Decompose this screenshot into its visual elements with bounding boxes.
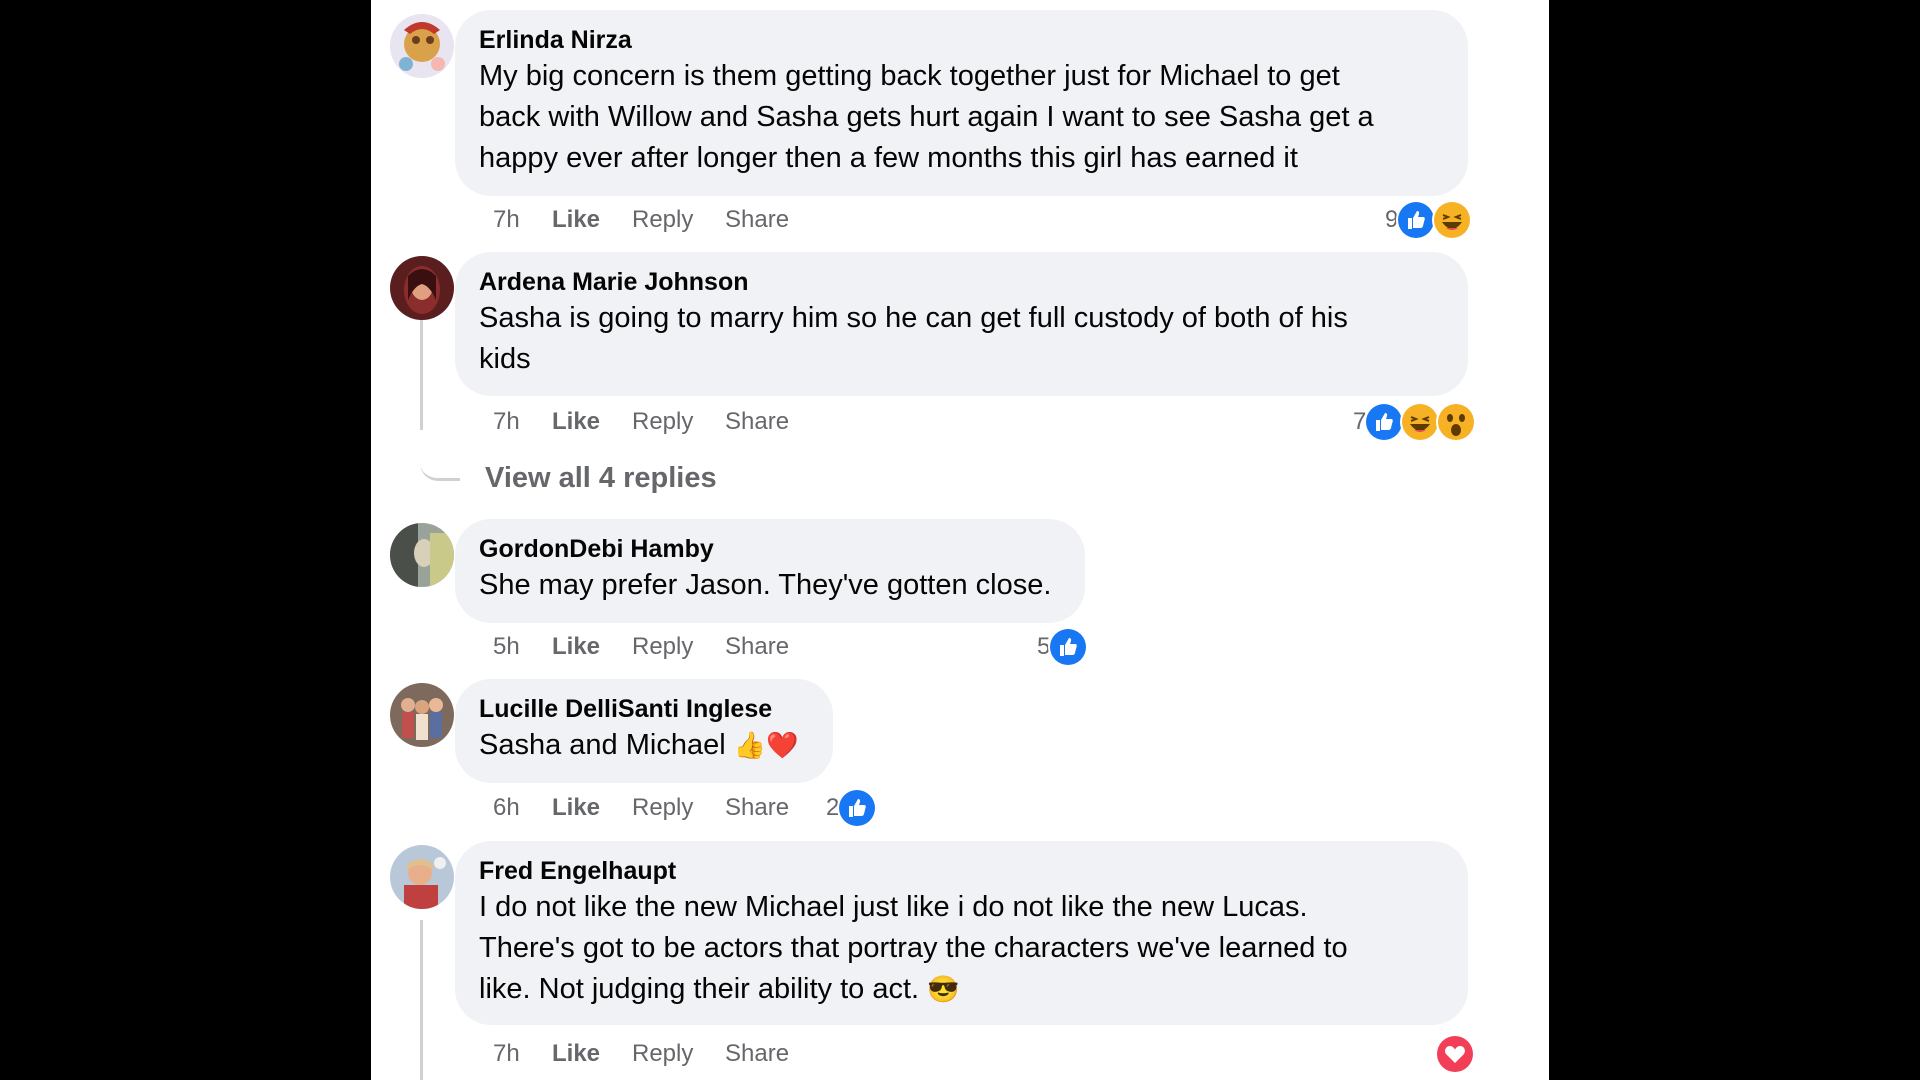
comment-text: Sasha and Michael 👍❤️ [479, 725, 809, 766]
comment-text: Sasha is going to marry him so he can ge… [479, 298, 1444, 380]
wow-icon [1436, 402, 1477, 442]
comment-time[interactable]: 7h [493, 406, 520, 438]
comment-text: I do not like the new Michael just like … [479, 887, 1444, 1010]
avatar[interactable] [390, 523, 454, 587]
reply-button[interactable]: Reply [632, 204, 693, 236]
like-icon [1364, 402, 1405, 442]
comment-time[interactable]: 5h [493, 631, 520, 663]
comment-time[interactable]: 7h [493, 1038, 520, 1070]
comment-bubble: Ardena Marie Johnson Sasha is going to m… [455, 252, 1468, 396]
comments-panel: Erlinda Nirza My big concern is them get… [371, 0, 1549, 1080]
comment-actions: 7h Like Reply Share [493, 204, 893, 236]
share-button[interactable]: Share [725, 1038, 789, 1070]
avatar[interactable] [390, 14, 454, 78]
comment-actions: 7h Like Reply Share [493, 1038, 893, 1070]
love-icon [1435, 1034, 1475, 1074]
comment-line: My big concern is them getting back toge… [479, 60, 1340, 92]
comment-line: Sasha is going to marry him so he can ge… [479, 302, 1348, 334]
comment-bubble: Fred Engelhaupt I do not like the new Mi… [455, 841, 1468, 1025]
comment-author[interactable]: GordonDebi Hamby [479, 533, 1061, 565]
comment-line: She may prefer Jason. They've gotten clo… [479, 569, 1052, 601]
comment-author[interactable]: Lucille DelliSanti Inglese [479, 693, 809, 725]
like-button[interactable]: Like [552, 1038, 600, 1070]
comment-bubble: Erlinda Nirza My big concern is them get… [455, 10, 1468, 196]
reaction-summary[interactable]: 5 [1037, 627, 1089, 667]
view-replies-link[interactable]: View all 4 replies [485, 460, 717, 496]
like-icon [1396, 200, 1437, 240]
thread-line [420, 920, 423, 1080]
comment-author[interactable]: Fred Engelhaupt [479, 855, 1444, 887]
like-button[interactable]: Like [552, 631, 600, 663]
comment-time[interactable]: 6h [493, 792, 520, 824]
reply-button[interactable]: Reply [632, 792, 693, 824]
share-button[interactable]: Share [725, 204, 789, 236]
like-button[interactable]: Like [552, 204, 600, 236]
comment-text: She may prefer Jason. They've gotten clo… [479, 565, 1061, 606]
share-button[interactable]: Share [725, 792, 789, 824]
comment-bubble: GordonDebi Hamby She may prefer Jason. T… [455, 519, 1085, 623]
comment-line: There's got to be actors that portray th… [479, 932, 1348, 964]
comment-actions: 7h Like Reply Share [493, 406, 893, 438]
comment-line: I do not like the new Michael just like … [479, 891, 1308, 923]
reaction-summary[interactable] [1435, 1034, 1475, 1074]
reaction-summary[interactable]: 2 [826, 788, 878, 828]
reaction-summary[interactable]: 9 [1385, 200, 1473, 240]
comment-line: kids [479, 343, 531, 375]
thread-connector [420, 430, 460, 481]
comment-bubble: Lucille DelliSanti Inglese Sasha and Mic… [455, 679, 833, 783]
inline-emoji: 👍❤️ [733, 730, 799, 760]
comment-line: Sasha and Michael [479, 729, 726, 761]
inline-emoji: 😎 [927, 974, 960, 1004]
comment-author[interactable]: Erlinda Nirza [479, 24, 1444, 56]
reply-button[interactable]: Reply [632, 406, 693, 438]
like-button[interactable]: Like [552, 792, 600, 824]
like-icon [837, 788, 878, 828]
avatar[interactable] [390, 845, 454, 909]
comment-actions: 5h Like Reply Share [493, 631, 893, 663]
haha-icon [1400, 402, 1441, 442]
avatar[interactable] [390, 256, 454, 320]
share-button[interactable]: Share [725, 406, 789, 438]
comment-line: happy ever after longer then a few month… [479, 142, 1298, 174]
comment-time[interactable]: 7h [493, 204, 520, 236]
comment-text: My big concern is them getting back toge… [479, 56, 1444, 179]
reply-button[interactable]: Reply [632, 631, 693, 663]
like-icon [1048, 627, 1089, 667]
reply-button[interactable]: Reply [632, 1038, 693, 1070]
share-button[interactable]: Share [725, 631, 789, 663]
comment-line-with-emoji: like. Not judging their ability to act. … [479, 969, 1444, 1010]
comment-line: like. Not judging their ability to act. [479, 973, 920, 1005]
comment-line: back with Willow and Sasha gets hurt aga… [479, 101, 1374, 133]
avatar[interactable] [390, 683, 454, 747]
haha-icon [1432, 200, 1473, 240]
like-button[interactable]: Like [552, 406, 600, 438]
comment-author[interactable]: Ardena Marie Johnson [479, 266, 1444, 298]
reaction-summary[interactable]: 7 [1353, 402, 1477, 442]
